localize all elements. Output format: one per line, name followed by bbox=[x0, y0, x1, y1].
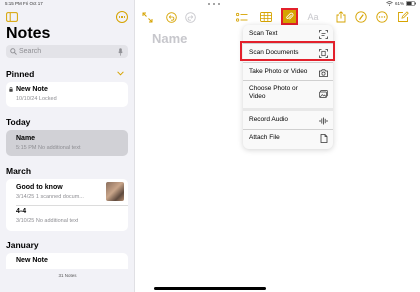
section-header-today: Today bbox=[6, 117, 31, 127]
wifi-icon bbox=[386, 1, 393, 6]
menu-item-label: Scan Text bbox=[249, 30, 278, 37]
note-thumbnail bbox=[106, 182, 124, 201]
section-header-january: January bbox=[6, 240, 39, 250]
waveform-icon bbox=[319, 116, 328, 125]
status-time: 5:15 PM Fri Oct 17 bbox=[5, 1, 43, 6]
chevron-down-icon[interactable] bbox=[117, 71, 124, 76]
menu-item-label: Take Photo or Video bbox=[249, 68, 308, 75]
sidebar-toggle-icon[interactable] bbox=[6, 12, 18, 22]
menu-item-attach-file[interactable]: Attach File bbox=[243, 129, 333, 149]
multitask-dots-icon[interactable] bbox=[208, 2, 220, 5]
note-subtitle: 5:15 PM No additional text bbox=[16, 145, 81, 151]
section-header-march: March bbox=[6, 166, 32, 176]
battery-status: 61% bbox=[386, 1, 416, 6]
search-icon bbox=[10, 48, 17, 55]
home-indicator bbox=[154, 287, 266, 290]
section-header-pinned: Pinned bbox=[6, 69, 35, 79]
highlight-box bbox=[240, 41, 335, 61]
photo-library-icon bbox=[319, 89, 328, 98]
note-list-march: Good to know 3/14/25 1 scanned docum... … bbox=[6, 179, 128, 231]
markup-icon[interactable] bbox=[355, 11, 367, 23]
scan-text-icon bbox=[319, 30, 328, 39]
table-icon[interactable] bbox=[260, 11, 272, 23]
menu-item-record-audio[interactable]: Record Audio bbox=[243, 111, 333, 129]
search-input[interactable]: Search bbox=[6, 45, 128, 58]
menu-item-choose-photo[interactable]: Choose Photo or Video bbox=[243, 80, 333, 108]
camera-icon bbox=[319, 68, 328, 77]
paperclip-icon bbox=[286, 12, 294, 20]
document-icon bbox=[319, 134, 328, 143]
note-title: Good to know bbox=[16, 184, 63, 191]
attachment-button[interactable] bbox=[281, 8, 298, 25]
undo-icon[interactable] bbox=[165, 11, 177, 23]
note-card-selected[interactable]: Name 5:15 PM No additional text bbox=[6, 130, 128, 156]
checklist-icon[interactable] bbox=[236, 11, 248, 23]
note-title: New Note bbox=[16, 257, 48, 264]
menu-item-take-photo[interactable]: Take Photo or Video bbox=[243, 62, 333, 80]
notes-count: 31 Notes bbox=[58, 273, 77, 278]
compose-icon[interactable] bbox=[397, 11, 409, 23]
more-options-icon[interactable] bbox=[376, 11, 388, 23]
redo-icon[interactable] bbox=[184, 11, 196, 23]
menu-item-label: Choose Photo or Video bbox=[249, 85, 298, 100]
note-card-january[interactable]: New Note bbox=[6, 253, 128, 269]
note-title: Name bbox=[16, 135, 36, 142]
note-title: New Note bbox=[16, 86, 48, 93]
menu-item-label: Record Audio bbox=[249, 116, 289, 123]
note-card-pinned[interactable]: New Note 10/10/24 Locked bbox=[6, 82, 128, 107]
expand-icon[interactable] bbox=[141, 11, 153, 23]
note-title-field[interactable]: Name bbox=[152, 31, 187, 46]
more-options-icon[interactable] bbox=[116, 11, 128, 23]
note-subtitle: 3/10/25 No additional text bbox=[16, 218, 79, 224]
page-title: Notes bbox=[6, 25, 51, 42]
microphone-icon[interactable] bbox=[118, 48, 123, 56]
list-item[interactable]: 4-4 3/10/25 No additional text bbox=[6, 205, 128, 231]
note-subtitle: 3/14/25 1 scanned docum... bbox=[16, 194, 84, 200]
notes-sidebar: 5:15 PM Fri Oct 17 Notes Search Pinned N… bbox=[0, 0, 135, 292]
search-placeholder: Search bbox=[19, 47, 42, 55]
list-item[interactable]: Good to know 3/14/25 1 scanned docum... bbox=[6, 179, 128, 205]
note-title: 4-4 bbox=[16, 208, 27, 215]
share-icon[interactable] bbox=[335, 11, 347, 23]
battery-icon bbox=[406, 1, 416, 6]
battery-percent: 61% bbox=[394, 1, 404, 6]
text-format-button[interactable]: Aa bbox=[306, 11, 320, 23]
note-subtitle: 10/10/24 Locked bbox=[16, 96, 57, 102]
menu-item-label: Attach File bbox=[249, 134, 280, 141]
lock-icon bbox=[9, 87, 13, 92]
